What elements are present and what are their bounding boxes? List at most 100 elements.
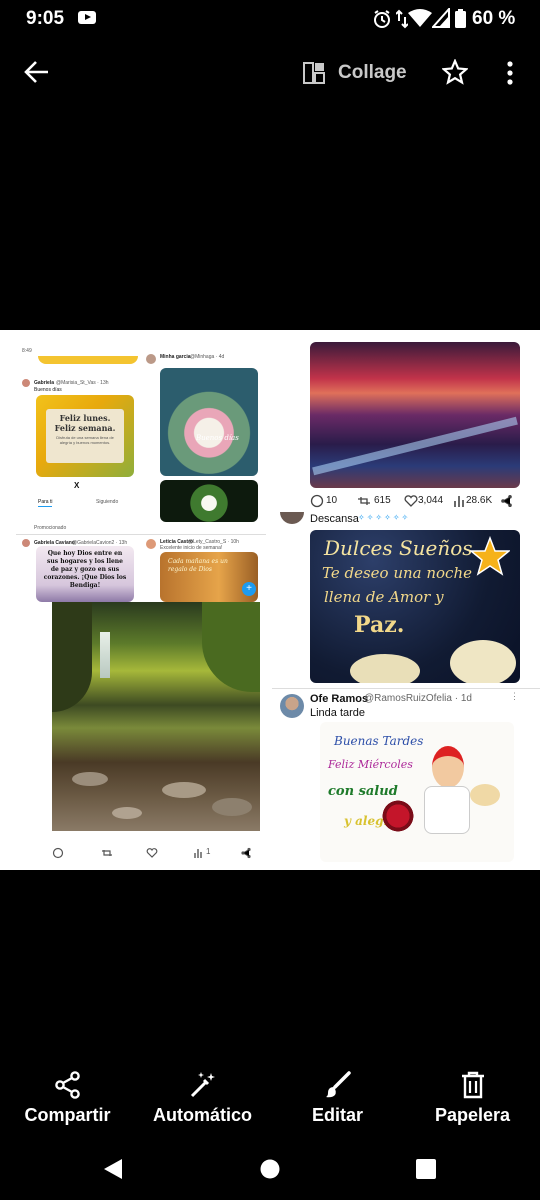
buenas-tardes-card: Buenas Tardes Feliz Miércoles con salud … [320, 722, 514, 862]
status-bar: 9:05 60 % [0, 0, 540, 36]
sheep-left [350, 654, 420, 683]
tarde-line-1: Buenas Tardes [334, 734, 424, 748]
card-title-1: Feliz lunes. [59, 413, 111, 423]
feliz-lunes-card: Feliz lunes. Feliz semana. Disfruta de u… [36, 395, 134, 477]
like-count: 3,044 [418, 495, 444, 506]
sheep-right [450, 640, 516, 683]
retweet-icon[interactable] [356, 494, 372, 508]
retweet-count: 615 [374, 495, 391, 506]
brush-icon [325, 1071, 351, 1098]
yellow-banner [38, 356, 138, 364]
avatar [280, 694, 304, 718]
wifi-icon [408, 9, 432, 27]
stone [162, 782, 206, 798]
battery-icon [455, 9, 466, 28]
tweet-text: Excelente inicio de semana! [160, 545, 223, 551]
trash-icon [461, 1071, 484, 1099]
card-line-1: Te deseo una noche [322, 564, 472, 582]
waterfall-photo [52, 602, 260, 831]
x-logo-icon: X [74, 481, 80, 490]
cartoon-body [424, 786, 470, 834]
tweet-text: Linda tarde [310, 707, 366, 719]
star-icon[interactable] [442, 59, 468, 85]
left-screenshot: 8:49 Gabriela @Marisia_St_Vas · 13h Buen… [10, 340, 270, 860]
like-icon[interactable] [404, 494, 418, 508]
auto-enhance-action[interactable]: Automático [135, 1071, 270, 1126]
card-title-2: Feliz semana. [54, 423, 116, 433]
share-action[interactable]: Compartir [0, 1071, 135, 1126]
tweet-handle: @Marisia_St_Vas · 13h [56, 380, 109, 386]
card-text: Que hoy Dios entre en sus hogares y los … [43, 550, 127, 589]
avatar [280, 512, 304, 524]
more-options-icon[interactable] [504, 60, 516, 86]
tweet-user: Minha garcia [160, 354, 191, 360]
left-cliff [52, 602, 92, 712]
views-count: 28.6K [466, 495, 493, 506]
avatar [146, 539, 156, 549]
trash-action[interactable]: Papelera [405, 1071, 540, 1126]
back-arrow-icon[interactable] [24, 59, 50, 85]
right-screenshot: 10 615 3,044 28.6K Descansa ✧✧✧✧✧✧ Dulce… [272, 330, 540, 870]
views-count: 1 [206, 847, 211, 856]
white-flower-card [160, 480, 258, 522]
card-subtitle: Disfruta de una semana llena de alegría … [56, 435, 114, 445]
collage-photo[interactable]: 8:49 Gabriela @Marisia_St_Vas · 13h Buen… [0, 330, 540, 870]
card-line-3: Paz. [354, 612, 405, 638]
flower-cup-card: Buenos días [160, 368, 258, 476]
battery-percent: 60 % [472, 8, 516, 29]
collage-label[interactable]: Collage [338, 62, 407, 84]
retweet-icon[interactable] [100, 847, 114, 859]
palette [470, 784, 500, 806]
compose-button[interactable]: + [242, 582, 256, 596]
nav-back-icon[interactable] [103, 1158, 123, 1180]
tab-indicator [38, 506, 52, 507]
views-icon[interactable] [194, 847, 204, 859]
sunset-sea-photo [310, 342, 520, 488]
edit-label: Editar [311, 1105, 363, 1125]
nav-recents-icon[interactable] [416, 1159, 436, 1179]
sparkle-emojis: ✧✧✧✧✧✧ [358, 513, 411, 522]
red-rose [380, 798, 416, 834]
star-decoration-icon [470, 536, 510, 576]
signal-icon [432, 8, 450, 28]
share-icon[interactable] [240, 847, 252, 859]
tab-siguiendo[interactable]: Siguiendo [96, 499, 118, 505]
tarde-line-3: con salud [328, 784, 398, 799]
tarde-line-2: Feliz Miércoles [328, 758, 413, 771]
right-foliage [202, 602, 260, 692]
reply-icon[interactable] [310, 494, 324, 508]
alarm-icon [374, 10, 390, 28]
divider [16, 534, 266, 535]
views-icon[interactable] [454, 494, 466, 508]
collage-icon[interactable] [303, 62, 325, 84]
card-text: Buenos días [196, 434, 239, 442]
stone [72, 772, 108, 786]
tweet-user: Ofe Ramos [310, 693, 369, 705]
magic-wand-icon [190, 1072, 215, 1098]
dulces-suenos-card: Dulces Sueños Te deseo una noche llena d… [310, 530, 520, 683]
tweet-more-icon[interactable]: ⋮ [510, 691, 519, 702]
pinned-label: Promocionado [34, 525, 67, 531]
edit-action[interactable]: Editar [270, 1071, 405, 1126]
card-text: Cada mañana es un regalo de Dios [168, 558, 228, 573]
avatar [22, 539, 30, 547]
share-icon [54, 1071, 80, 1099]
waterfall [100, 632, 110, 678]
reply-icon[interactable] [52, 847, 64, 859]
cada-manana-card: Cada mañana es un regalo de Dios + [160, 552, 258, 602]
avatar [146, 354, 156, 364]
share-icon[interactable] [500, 494, 513, 508]
trash-label: Papelera [434, 1105, 511, 1125]
like-icon[interactable] [146, 847, 158, 859]
status-time: 9:05 [26, 8, 65, 29]
auto-label: Automático [153, 1105, 252, 1125]
descansa-text: Descansa [310, 513, 359, 525]
cartoon-boy [432, 746, 464, 788]
tab-para-ti[interactable]: Para ti [38, 499, 52, 505]
bendiga-card: Que hoy Dios entre en sus hogares y los … [36, 546, 134, 602]
nav-home-icon[interactable] [260, 1159, 280, 1179]
youtube-notification-icon [78, 11, 96, 24]
tweet-user: Gabriela [34, 380, 55, 386]
mini-status-time: 8:49 [22, 348, 32, 354]
stone [112, 807, 142, 819]
